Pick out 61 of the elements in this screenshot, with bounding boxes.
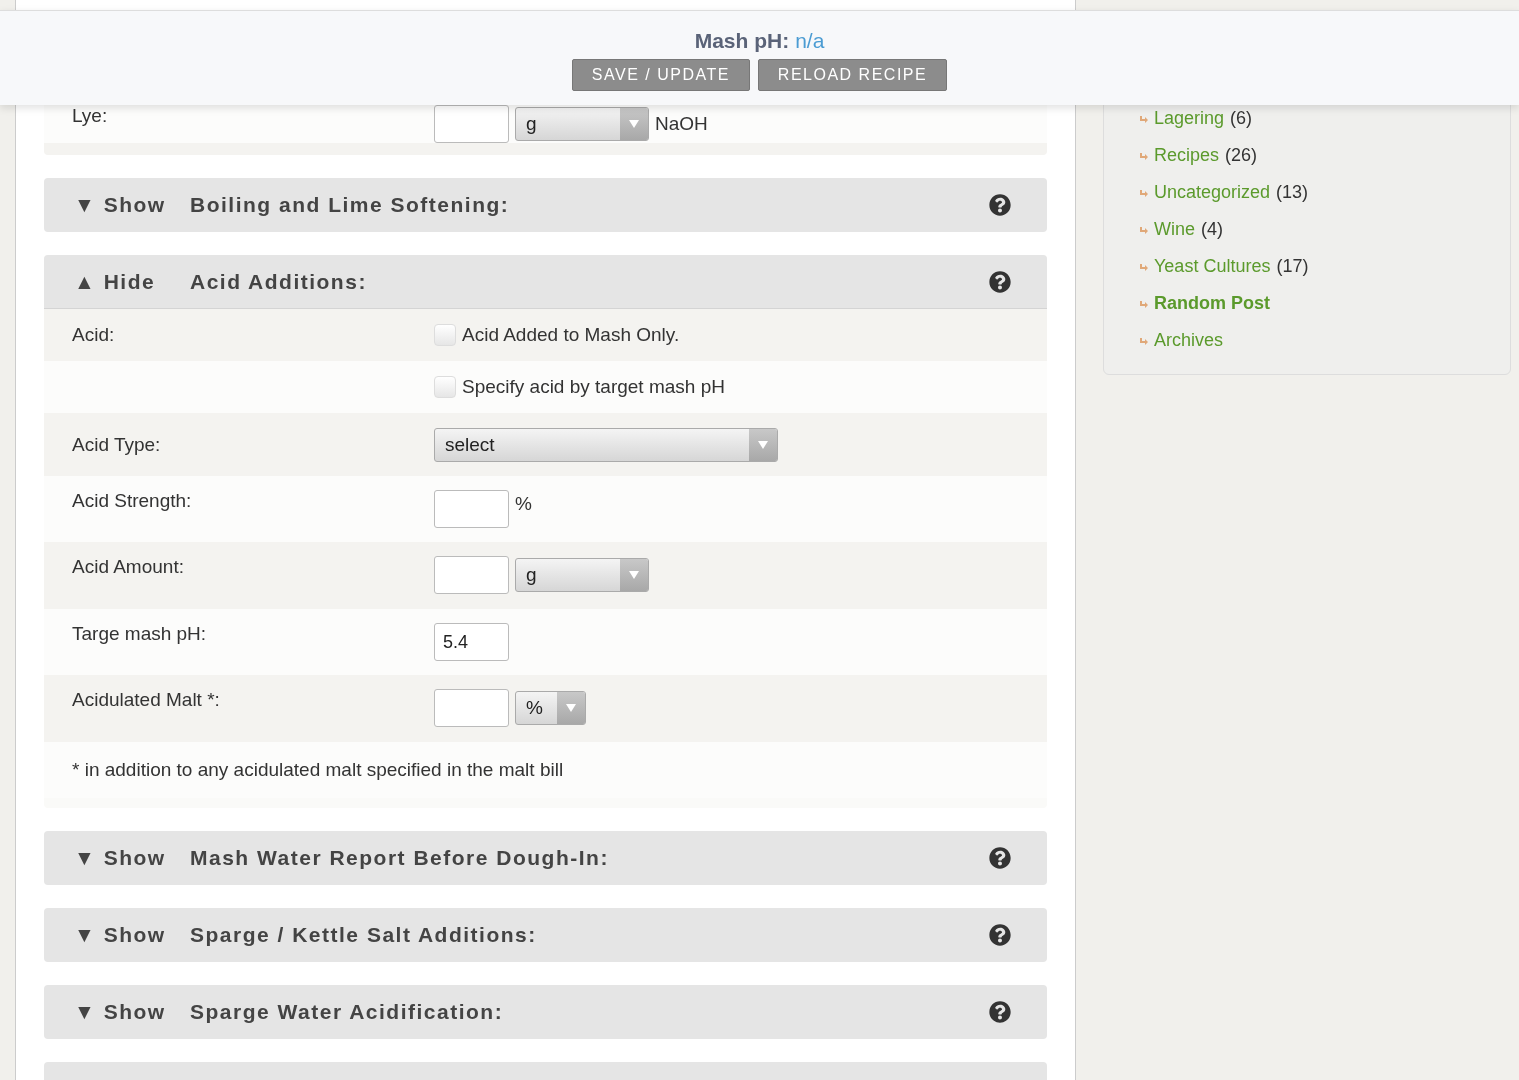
caret-icon [758, 440, 768, 449]
section-title: Acid Additions: [190, 269, 368, 294]
unit-label: NaOH [655, 113, 708, 135]
field-label: Acid Strength: [72, 490, 193, 512]
acid-type-select[interactable]: select [434, 427, 778, 462]
field-label: Acid Amount: [72, 556, 185, 578]
field-label: Acid Type: [72, 433, 162, 456]
input-field[interactable] [434, 689, 509, 727]
toggle-label: ▼ Show [74, 846, 167, 870]
input-field[interactable] [434, 490, 509, 528]
input-field[interactable]: 5.4 [434, 623, 509, 661]
section-title: Sparge Water Acidification: [190, 1000, 505, 1024]
toggle-label: ▼ Show [74, 193, 167, 217]
category-link[interactable]: Yeast Cultures (17) [1138, 255, 1510, 278]
unit-select[interactable]: g [515, 107, 649, 141]
field-label: Lye: [72, 105, 109, 127]
caret-icon [629, 571, 639, 579]
help-icon[interactable] [989, 194, 1011, 216]
category-link[interactable]: Lagering (6) [1138, 107, 1510, 130]
checkbox-label: Acid Added to Mash Only. [462, 324, 680, 346]
toggle-label: ▲ Hide [74, 269, 157, 294]
toggle-label: ▼ Show [74, 923, 167, 947]
caret-icon [566, 704, 576, 712]
section-header[interactable]: ▼ Show Boiling and Lime Softening: [44, 178, 1047, 232]
arrow-bullet-icon [1138, 262, 1148, 271]
arrow-bullet-icon [1138, 151, 1148, 160]
field-label: Acidulated Malt *: [72, 689, 221, 711]
arrow-bullet-icon [1138, 188, 1148, 197]
arrow-bullet-icon [1138, 336, 1148, 345]
unit-select[interactable]: g [515, 558, 649, 592]
mash-ph-label: Mash pH: [694, 29, 790, 52]
field-label: Acid: [72, 324, 115, 345]
field-label: Targe mash pH: [72, 623, 208, 645]
arrow-bullet-icon [1138, 225, 1148, 234]
help-icon[interactable] [989, 847, 1011, 869]
help-icon[interactable] [989, 1001, 1011, 1023]
help-icon[interactable] [989, 270, 1011, 293]
section-header[interactable]: ▼ Show Mash Water Report Before Dough-In: [44, 831, 1047, 885]
unit-select[interactable]: % [515, 691, 586, 725]
category-link[interactable]: Recipes (26) [1138, 144, 1510, 167]
input-field[interactable] [434, 556, 509, 594]
help-icon[interactable] [989, 924, 1011, 946]
footnote: * in addition to any acidulated malt specified in the malt bill [72, 759, 564, 781]
toggle-label: ▼ Show [74, 1000, 167, 1024]
caret-icon [629, 120, 639, 128]
category-link[interactable]: Uncategorized (13) [1138, 181, 1510, 204]
unit-label: % [515, 493, 532, 515]
category-link[interactable]: Wine (4) [1138, 218, 1510, 241]
checkbox[interactable] [434, 324, 456, 346]
section-header[interactable]: ▲ Hide Acid Additions: [44, 255, 1047, 309]
section-title: Boiling and Lime Softening: [190, 193, 511, 217]
checkbox-label: Specify acid by target mash pH [462, 376, 725, 398]
input-field[interactable] [434, 105, 509, 143]
mash-ph-value: n/a [795, 29, 825, 52]
section-header[interactable]: ▼ Show Sparge / Kettle Salt Additions: [44, 908, 1047, 962]
arrow-bullet-icon [1138, 114, 1148, 123]
section-header[interactable]: ▼ Show Sparge Water Acidification: [44, 985, 1047, 1039]
section-title: Mash Water Report Before Dough-In: [190, 846, 610, 870]
arrow-bullet-icon [1138, 299, 1148, 308]
section-title: Sparge / Kettle Salt Additions: [190, 923, 538, 947]
checkbox[interactable] [434, 376, 456, 398]
